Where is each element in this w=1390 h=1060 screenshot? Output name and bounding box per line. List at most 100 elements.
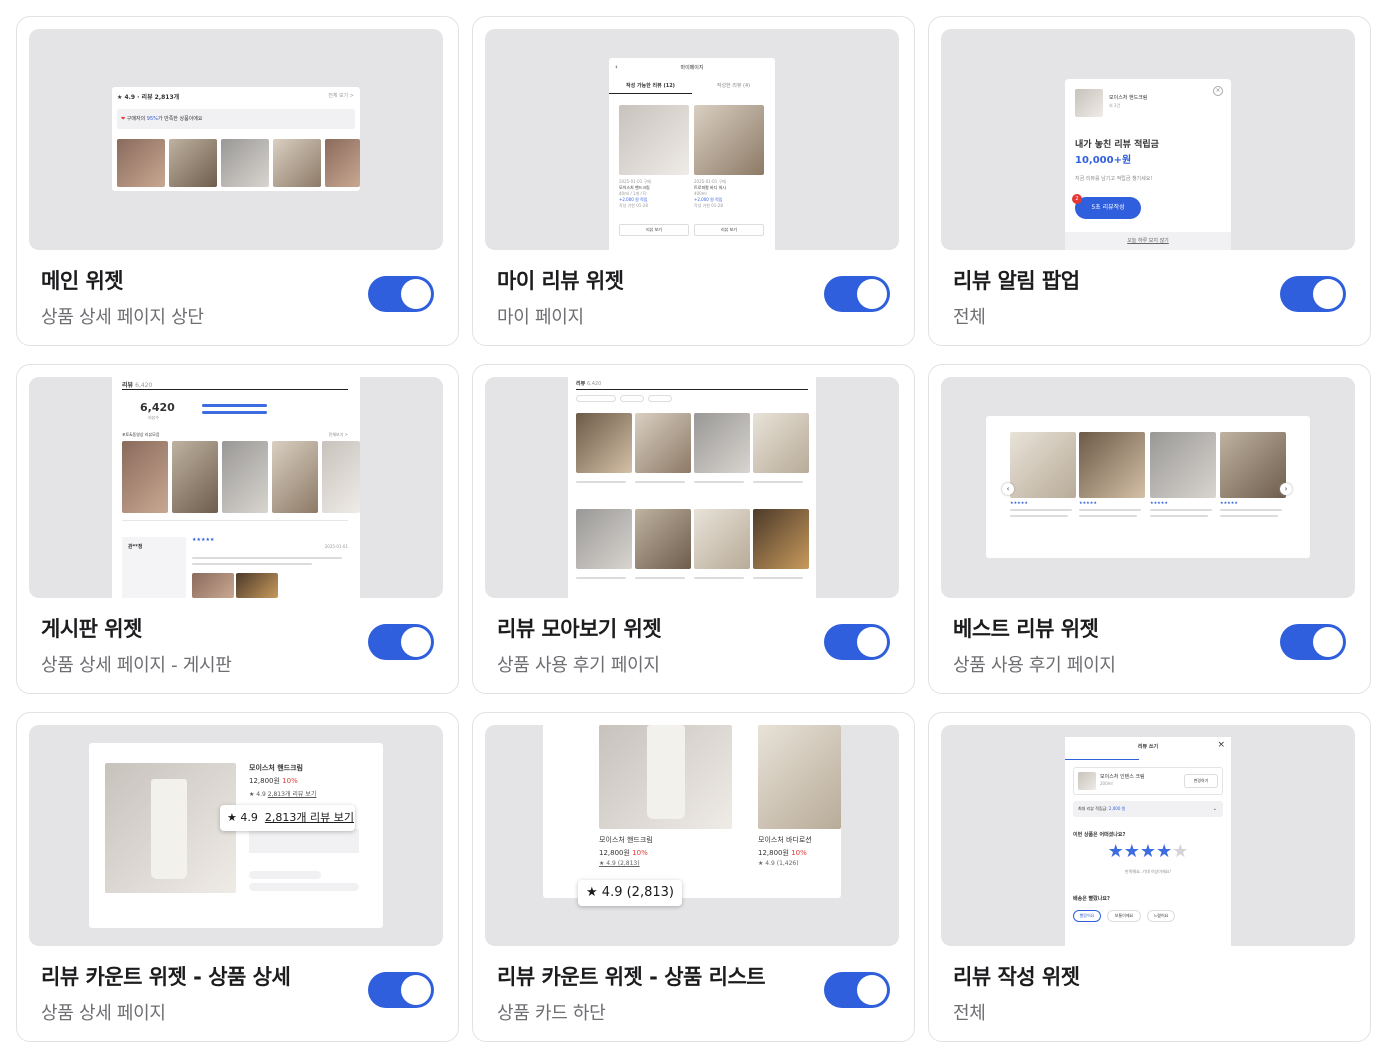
- collection-mock: 리뷰 6,420: [568, 377, 816, 598]
- widget-title: 리뷰 알림 팝업: [953, 269, 1080, 293]
- best-review-mock: ‹ › ★★★★★ ★★★★★ ★★★★★ ★★★★★: [986, 416, 1310, 558]
- product-rating[interactable]: ★ 4.9 (1,426): [758, 860, 799, 867]
- enable-toggle[interactable]: [824, 972, 890, 1008]
- review-photo[interactable]: [192, 573, 234, 598]
- tab-written[interactable]: 작성한 리뷰 (4): [692, 82, 775, 89]
- enable-toggle[interactable]: [368, 276, 434, 312]
- reward-amount: 10,000+원: [1075, 155, 1132, 166]
- view-all-link[interactable]: 전체보기 >: [329, 432, 348, 438]
- review-photo[interactable]: [272, 441, 318, 513]
- delivery-option-fast[interactable]: 빨랐어요: [1073, 910, 1101, 922]
- review-photo[interactable]: [273, 139, 321, 187]
- close-icon[interactable]: ×: [1213, 86, 1223, 96]
- review-photo[interactable]: [172, 441, 218, 513]
- review-photo[interactable]: [221, 139, 269, 187]
- review-photo[interactable]: [1079, 432, 1145, 498]
- widget-card-count-detail[interactable]: 모이스처 핸드크림 12,800원 10% ★ 4.9 2,813개 리뷰 보기…: [16, 712, 459, 1042]
- widget-location: 전체: [953, 307, 986, 328]
- review-photo[interactable]: [1150, 432, 1216, 498]
- widget-preview: 리뷰 6,420: [485, 377, 899, 598]
- enable-toggle[interactable]: [824, 624, 890, 660]
- toggle-knob: [857, 975, 887, 1005]
- placeholder-block: [249, 871, 321, 879]
- widget-card-review-popup[interactable]: 모이스처 핸드크림 외 2건 × 내가 놓친 리뷰 적립금 10,000+원 지…: [928, 16, 1371, 346]
- review-text-line: [635, 577, 685, 579]
- enable-toggle[interactable]: [1280, 624, 1346, 660]
- page-header: 마이페이지: [680, 65, 704, 71]
- widget-card-count-list[interactable]: 모이스처 핸드크림 12,800원 10% ★ 4.9 (2,813) 모이스처…: [472, 712, 915, 1042]
- header-divider: [122, 389, 348, 390]
- review-photo[interactable]: [325, 139, 360, 187]
- widget-preview: ‹ 마이페이지 작성 가능한 리뷰 (12) 작성한 리뷰 (4) 2025-0…: [485, 29, 899, 250]
- view-review-button[interactable]: 리뷰 보기: [694, 224, 764, 236]
- toggle-knob: [401, 975, 431, 1005]
- review-photo[interactable]: [322, 441, 360, 513]
- widget-card-review-collection[interactable]: 리뷰 6,420 리뷰 모아보기 위젯 상품 사용 후기 페이지: [472, 364, 915, 694]
- filter-chip[interactable]: [620, 395, 644, 402]
- widget-card-write-review[interactable]: 리뷰 쓰기 × 모이스처 인텐스 크림 200ml 변경하기 최대 리뷰 적립금…: [928, 712, 1371, 1042]
- close-icon[interactable]: ×: [1217, 740, 1225, 750]
- review-photo[interactable]: [753, 509, 809, 569]
- widget-grid: ★ 4.9 · 리뷰 2,813개 전체 보기 > ❤ 구매자의 95%가 만족…: [16, 16, 1371, 1042]
- enable-toggle[interactable]: [368, 972, 434, 1008]
- chevron-down-icon: ⌄: [1212, 806, 1217, 812]
- filter-chip[interactable]: [648, 395, 672, 402]
- delivery-option-slow[interactable]: 느렸어요: [1147, 910, 1175, 922]
- widget-card-board[interactable]: 리뷰 6,420 6,420 리뷰수 포토&동영상 리뷰모음 전체보기 > 관*…: [16, 364, 459, 694]
- review-stars: ★★★★★: [1220, 500, 1238, 505]
- star-rating[interactable]: ★★★★★: [1065, 841, 1231, 863]
- widget-card-best-review[interactable]: ‹ › ★★★★★ ★★★★★ ★★★★★ ★★★★★ 베스트 리뷰 위젯 상품…: [928, 364, 1371, 694]
- review-photo[interactable]: [576, 509, 632, 569]
- product-thumbnail: [1078, 772, 1096, 790]
- product-box: 모이스처 인텐스 크림 200ml 변경하기: [1073, 767, 1223, 795]
- tab-writable[interactable]: 작성 가능한 리뷰 (12): [609, 82, 692, 89]
- product-image: [758, 725, 841, 829]
- review-text-line: [1150, 515, 1208, 517]
- review-photo[interactable]: [635, 413, 691, 473]
- widget-location: 상품 상세 페이지: [41, 1003, 166, 1024]
- widget-location: 전체: [953, 1003, 986, 1024]
- review-photo[interactable]: [169, 139, 217, 187]
- write-review-button[interactable]: 5초 리뷰작성: [1075, 197, 1141, 219]
- widget-title: 베스트 리뷰 위젯: [953, 617, 1099, 641]
- review-photo[interactable]: [117, 139, 165, 187]
- review-photo[interactable]: [1220, 432, 1286, 498]
- small-rating: ★ 4.9 2,813개 리뷰 보기: [249, 791, 317, 798]
- review-photo[interactable]: [122, 441, 168, 513]
- review-photo[interactable]: [236, 573, 278, 598]
- review-photo[interactable]: [635, 509, 691, 569]
- widget-preview: 모이스처 핸드크림 12,800원 10% ★ 4.9 (2,813) 모이스처…: [485, 725, 899, 946]
- product-tube: [647, 725, 685, 819]
- review-photo[interactable]: [694, 413, 750, 473]
- review-text-line: [1220, 515, 1278, 517]
- widget-preview: 리뷰 쓰기 × 모이스처 인텐스 크림 200ml 변경하기 최대 리뷰 적립금…: [941, 725, 1355, 946]
- count-detail-mock: 모이스처 핸드크림 12,800원 10% ★ 4.9 2,813개 리뷰 보기: [89, 743, 383, 928]
- product-rating[interactable]: ★ 4.9 (2,813): [599, 860, 640, 867]
- enable-toggle[interactable]: [824, 276, 890, 312]
- chevron-right-icon[interactable]: ›: [1280, 483, 1292, 495]
- popup-headline: 내가 놓친 리뷰 적립금: [1075, 140, 1159, 150]
- count-badge: 2: [1072, 194, 1082, 204]
- review-photo[interactable]: [222, 441, 268, 513]
- delivery-option-normal[interactable]: 보통이에요: [1107, 910, 1141, 922]
- widget-title: 게시판 위젯: [41, 617, 142, 641]
- review-photo[interactable]: [1010, 432, 1076, 498]
- review-photo[interactable]: [576, 413, 632, 473]
- toggle-knob: [1313, 627, 1343, 657]
- chevron-left-icon[interactable]: ‹: [1002, 483, 1014, 495]
- view-review-button[interactable]: 리뷰 보기: [619, 224, 689, 236]
- review-photo[interactable]: [753, 413, 809, 473]
- review-count-callout[interactable]: ★ 4.9 2,813개 리뷰 보기: [220, 805, 355, 831]
- rating-bar: [202, 404, 267, 407]
- change-product-button[interactable]: 변경하기: [1184, 774, 1218, 788]
- enable-toggle[interactable]: [1280, 276, 1346, 312]
- dismiss-today-link[interactable]: 오늘 하루 보지 않기: [1065, 232, 1231, 250]
- review-photo[interactable]: [694, 509, 750, 569]
- widget-card-main[interactable]: ★ 4.9 · 리뷰 2,813개 전체 보기 > ❤ 구매자의 95%가 만족…: [16, 16, 459, 346]
- widget-card-my-review[interactable]: ‹ 마이페이지 작성 가능한 리뷰 (12) 작성한 리뷰 (4) 2025-0…: [472, 16, 915, 346]
- review-text-line: [694, 481, 744, 483]
- view-all-link[interactable]: 전체 보기 >: [328, 92, 354, 99]
- enable-toggle[interactable]: [368, 624, 434, 660]
- filter-chip[interactable]: [576, 395, 616, 402]
- rating-callout[interactable]: ★ 4.9 (2,813): [578, 880, 682, 906]
